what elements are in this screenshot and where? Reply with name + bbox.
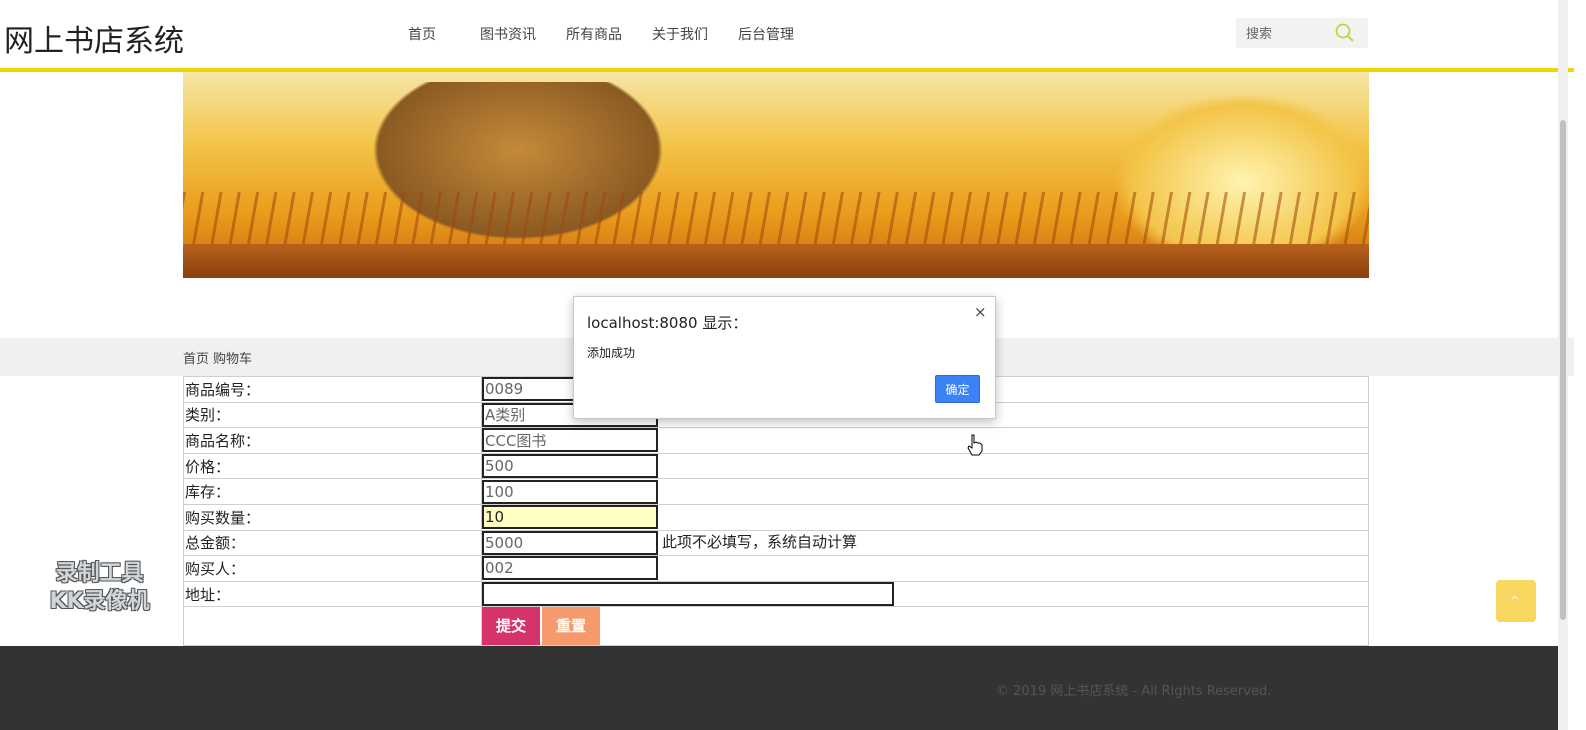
breadcrumb-current: 购物车 <box>213 352 253 367</box>
nav-about-us[interactable]: 关于我们 <box>652 24 708 44</box>
product-name-field[interactable] <box>482 428 658 453</box>
form-actions-row: 提交 重置 <box>183 606 1369 647</box>
hand-cursor-icon <box>967 434 983 456</box>
form-row: 总金额： 此项不必填写，系统自动计算 <box>183 529 1369 557</box>
page-scrollbar[interactable] <box>1558 0 1568 730</box>
breadcrumb: 首页 购物车 <box>183 348 256 367</box>
total-amount-field[interactable] <box>482 530 658 555</box>
search-icon[interactable] <box>1334 22 1356 44</box>
recorder-watermark: 录制工具 KK录像机 <box>32 560 167 616</box>
address-field[interactable] <box>482 582 894 607</box>
quantity-field[interactable] <box>482 505 658 530</box>
main-nav: 首页 图书资讯 所有商品 关于我们 后台管理 <box>408 24 824 44</box>
alert-dialog: localhost:8080 显示： × 添加成功 确定 <box>573 296 996 419</box>
scrollbar-thumb[interactable] <box>1560 120 1566 620</box>
stock-label: 库存： <box>183 478 482 505</box>
address-label: 地址： <box>183 580 482 608</box>
dialog-ok-button[interactable]: 确定 <box>935 375 980 403</box>
buyer-field[interactable] <box>482 556 658 581</box>
back-to-top-button[interactable]: ^ <box>1496 580 1536 622</box>
price-field[interactable] <box>482 454 658 479</box>
search-input[interactable] <box>1244 23 1334 45</box>
nav-all-products[interactable]: 所有商品 <box>566 24 622 44</box>
product-name-label: 商品名称： <box>183 427 482 454</box>
form-row: 价格： <box>183 452 1369 480</box>
total-amount-hint: 此项不必填写，系统自动计算 <box>662 533 858 552</box>
form-row: 地址： <box>183 580 1369 608</box>
nav-book-news[interactable]: 图书资讯 <box>480 24 536 44</box>
banner-image <box>183 72 1369 278</box>
watermark-line1: 录制工具 <box>55 561 144 586</box>
watermark-line2: KK录像机 <box>49 589 150 614</box>
banner-wheat-field <box>183 192 1369 252</box>
close-icon[interactable]: × <box>974 303 987 321</box>
site-title: 网上书店系统 <box>4 24 184 59</box>
quantity-label: 购买数量： <box>183 503 482 531</box>
banner-wood-band <box>183 244 1369 278</box>
product-id-label: 商品编号： <box>183 376 482 403</box>
form-row: 库存： <box>183 478 1369 505</box>
form-row: 购买数量： <box>183 503 1369 531</box>
form-row: 商品名称： <box>183 427 1369 454</box>
category-label: 类别： <box>183 401 482 429</box>
price-label: 价格： <box>183 452 482 480</box>
buyer-label: 购买人： <box>183 555 482 582</box>
dialog-title: localhost:8080 显示： <box>587 314 748 332</box>
reset-button[interactable]: 重置 <box>542 607 601 646</box>
dialog-message: 添加成功 <box>587 346 636 360</box>
form-row: 购买人： <box>183 555 1369 582</box>
submit-button[interactable]: 提交 <box>482 607 541 646</box>
breadcrumb-home[interactable]: 首页 <box>183 352 209 367</box>
search-box <box>1236 18 1368 48</box>
total-amount-label: 总金额： <box>183 529 482 557</box>
nav-home[interactable]: 首页 <box>408 24 436 44</box>
chevron-up-icon: ^ <box>1510 594 1521 608</box>
copyright-text: © 2019 网上书店系统 - All Rights Reserved. <box>996 684 1272 699</box>
nav-admin[interactable]: 后台管理 <box>738 24 794 44</box>
stock-field[interactable] <box>482 479 658 504</box>
site-footer: © 2019 网上书店系统 - All Rights Reserved. <box>0 646 1558 730</box>
site-header: 网上书店系统 首页 图书资讯 所有商品 关于我们 后台管理 <box>0 0 1574 72</box>
